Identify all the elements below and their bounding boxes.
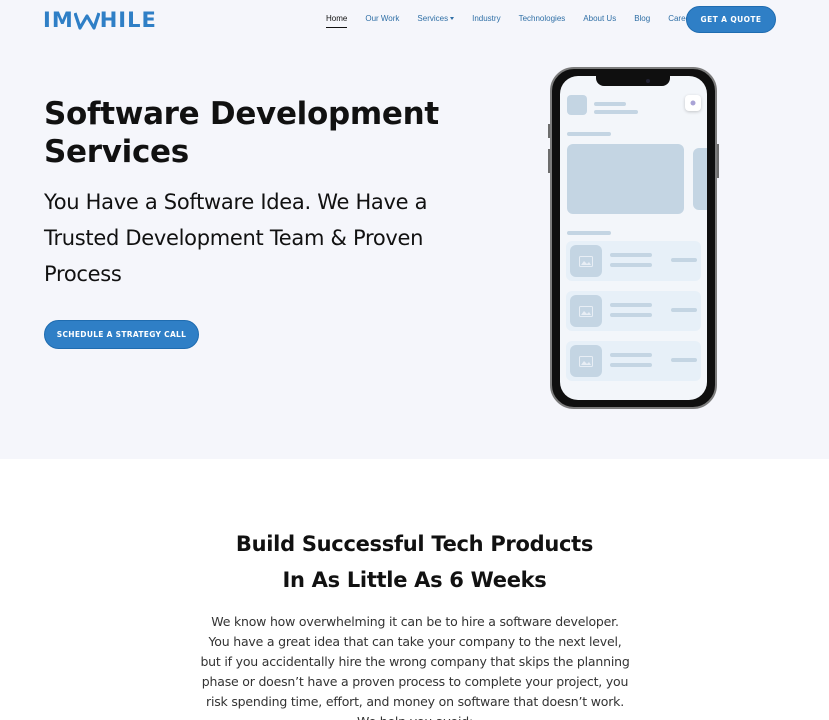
skeleton-line — [567, 132, 611, 136]
hero-subtitle: You Have a Software Idea. We Have a Trus… — [44, 190, 428, 286]
skeleton-line — [610, 303, 652, 307]
phone-side-button — [717, 144, 719, 178]
logo-text-left: IM — [43, 8, 74, 32]
skeleton-line — [610, 263, 652, 267]
skeleton-line — [594, 110, 638, 114]
list-item — [566, 291, 701, 331]
list-item — [566, 241, 701, 281]
profile-icon — [685, 95, 701, 111]
skeleton-banner — [567, 144, 684, 214]
get-a-quote-button[interactable]: GET A QUOTE — [686, 6, 776, 33]
phone-side-button — [548, 149, 550, 173]
user-icon — [690, 100, 696, 106]
skeleton-line — [594, 102, 626, 106]
skeleton-banner — [693, 148, 707, 210]
section-title: Build Successful Tech Products In As Lit… — [0, 526, 829, 598]
nav-industry[interactable]: Industry — [472, 14, 500, 23]
skeleton-line — [671, 258, 697, 262]
nav-about-us[interactable]: About Us — [583, 14, 616, 23]
nav-technologies[interactable]: Technologies — [519, 14, 566, 23]
image-icon — [570, 295, 602, 327]
section-title-line1: Build Successful Tech Products — [235, 532, 594, 556]
phone-side-button — [548, 124, 550, 138]
skeleton-line — [610, 253, 652, 257]
chevron-down-icon — [450, 17, 455, 21]
hero-section: IM HILE Home Our Work Services Industry … — [0, 0, 829, 459]
section-title-line2: In As Little As 6 Weeks — [282, 568, 547, 592]
nav-blog[interactable]: Blog — [634, 14, 650, 23]
logo-text-right: HILE — [99, 8, 157, 32]
logo[interactable]: IM HILE — [43, 8, 157, 32]
image-icon — [570, 245, 602, 277]
phone-screen — [560, 76, 707, 400]
list-item — [566, 341, 701, 381]
main-nav: Home Our Work Services Industry Technolo… — [326, 14, 711, 28]
nav-services[interactable]: Services — [417, 14, 455, 23]
image-icon — [570, 345, 602, 377]
nav-our-work[interactable]: Our Work — [365, 14, 399, 23]
skeleton-line — [610, 313, 652, 317]
logo-w-icon — [73, 12, 100, 30]
section-body: We know how overwhelming it can be to hi… — [200, 614, 630, 720]
skeleton-line — [610, 363, 652, 367]
hero-title: Software Development Services — [44, 96, 439, 170]
skeleton-line — [610, 353, 652, 357]
skeleton-line — [671, 358, 697, 362]
phone-notch — [596, 76, 670, 86]
nav-home[interactable]: Home — [326, 14, 348, 28]
nav-services-label: Services — [417, 14, 449, 23]
schedule-strategy-call-button[interactable]: SCHEDULE A STRATEGY CALL — [44, 320, 199, 349]
phone-mockup — [548, 67, 719, 409]
skeleton-line — [671, 308, 697, 312]
skeleton-avatar — [567, 95, 587, 115]
camera-icon — [646, 79, 650, 83]
skeleton-line — [567, 231, 611, 235]
